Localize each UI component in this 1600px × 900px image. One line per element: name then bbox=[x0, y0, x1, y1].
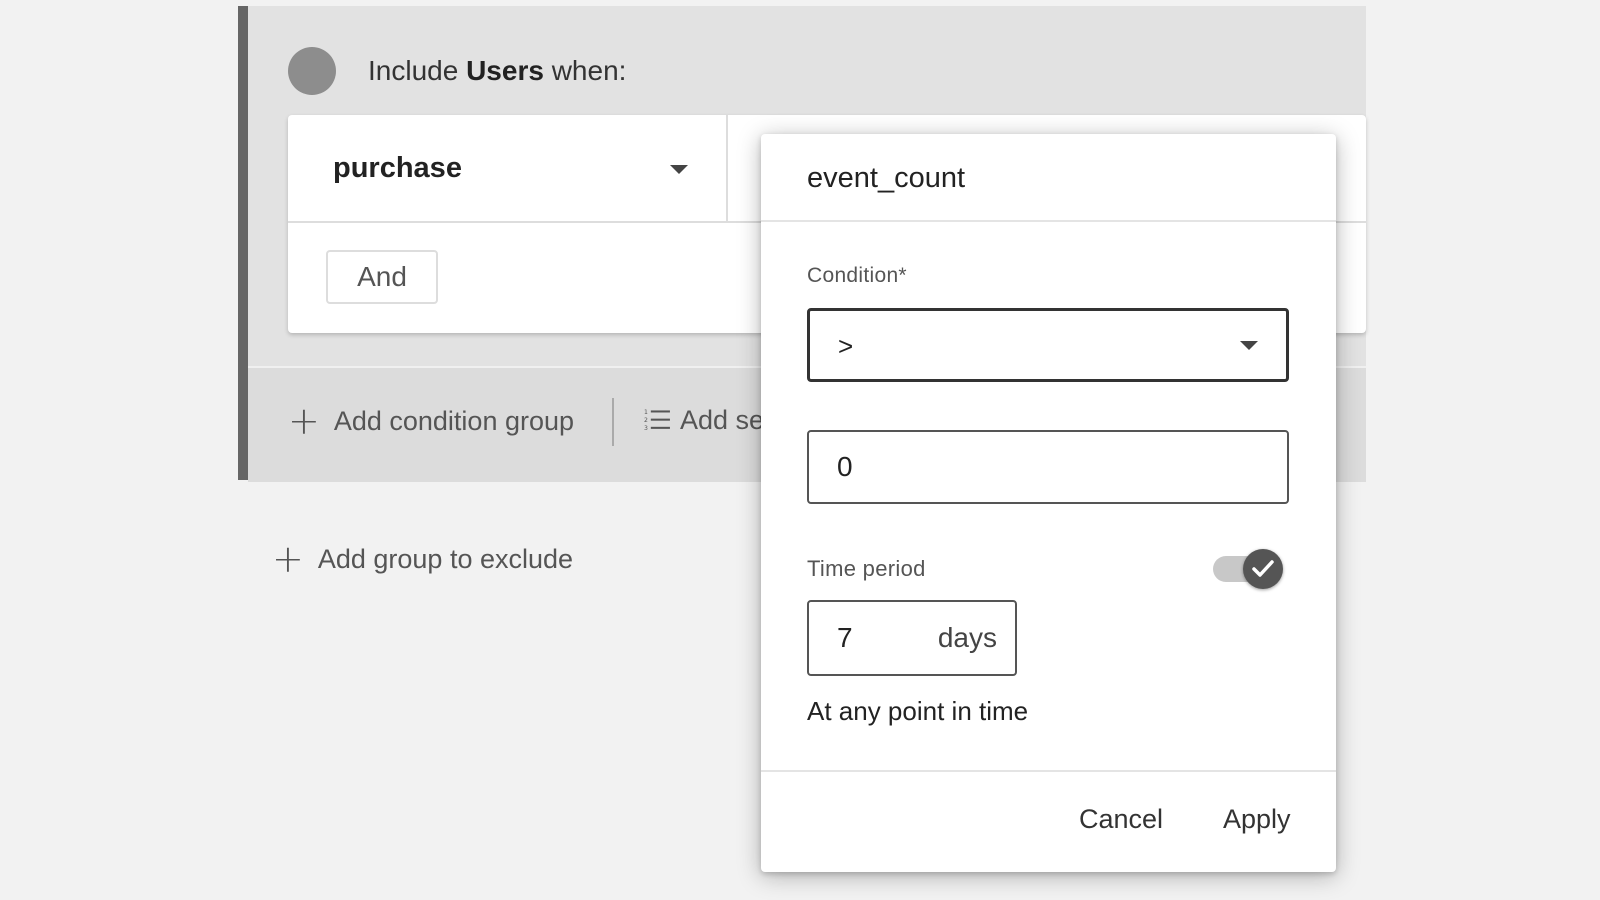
group-title-scope: Users bbox=[466, 55, 544, 86]
event-select[interactable]: purchase bbox=[288, 115, 728, 223]
plus-icon: + bbox=[272, 537, 304, 581]
count-value-input[interactable] bbox=[807, 430, 1289, 504]
condition-selected-value: > bbox=[838, 331, 854, 361]
group-title: Include Users when: bbox=[368, 55, 626, 87]
and-button[interactable]: And bbox=[326, 250, 438, 304]
popup-title: event_count bbox=[807, 162, 966, 194]
plus-icon: + bbox=[288, 399, 320, 443]
add-sequence-label: Add se bbox=[679, 404, 764, 435]
event-count-popup: event_count Condition* > Time period 7 d… bbox=[761, 134, 1336, 872]
condition-label: Condition* bbox=[807, 264, 907, 287]
add-group-to-exclude-label: Add group to exclude bbox=[317, 543, 574, 574]
numbered-list-icon: 1 2 3 bbox=[644, 409, 670, 432]
add-sequence-button[interactable]: 1 2 3 Add se bbox=[644, 402, 764, 438]
add-condition-group-button[interactable]: + Add condition group bbox=[288, 402, 574, 440]
toggle-knob bbox=[1243, 549, 1283, 589]
chevron-down-icon bbox=[1240, 341, 1258, 350]
group-title-suffix: when: bbox=[551, 55, 627, 86]
time-period-toggle[interactable] bbox=[1213, 546, 1285, 590]
add-condition-group-label: Add condition group bbox=[333, 405, 575, 436]
chevron-down-icon bbox=[670, 165, 688, 174]
add-group-to-exclude-button[interactable]: + Add group to exclude bbox=[272, 540, 573, 578]
apply-button[interactable]: Apply bbox=[1223, 804, 1291, 835]
svg-text:1: 1 bbox=[644, 409, 648, 416]
check-icon bbox=[1252, 560, 1274, 577]
audience-builder: Include Users when: purchase And + Add c… bbox=[0, 0, 1600, 900]
condition-select[interactable]: > bbox=[807, 308, 1289, 382]
period-unit: days bbox=[937, 622, 997, 653]
time-period-label: Time period bbox=[807, 556, 926, 581]
group-title-prefix: Include bbox=[368, 55, 459, 86]
svg-text:2: 2 bbox=[644, 417, 648, 424]
event-name: purchase bbox=[333, 151, 462, 184]
period-input[interactable]: 7 days bbox=[807, 600, 1017, 676]
popup-title-divider bbox=[761, 220, 1336, 222]
svg-text:3: 3 bbox=[644, 425, 648, 432]
any-point-in-time-text: At any point in time bbox=[807, 696, 1029, 726]
group-indicator-dot bbox=[288, 47, 336, 95]
actions-divider bbox=[612, 398, 614, 446]
group-header: Include Users when: bbox=[288, 46, 626, 96]
period-value: 7 bbox=[837, 622, 853, 653]
cancel-button[interactable]: Cancel bbox=[1079, 804, 1163, 835]
popup-footer-divider bbox=[761, 770, 1336, 772]
